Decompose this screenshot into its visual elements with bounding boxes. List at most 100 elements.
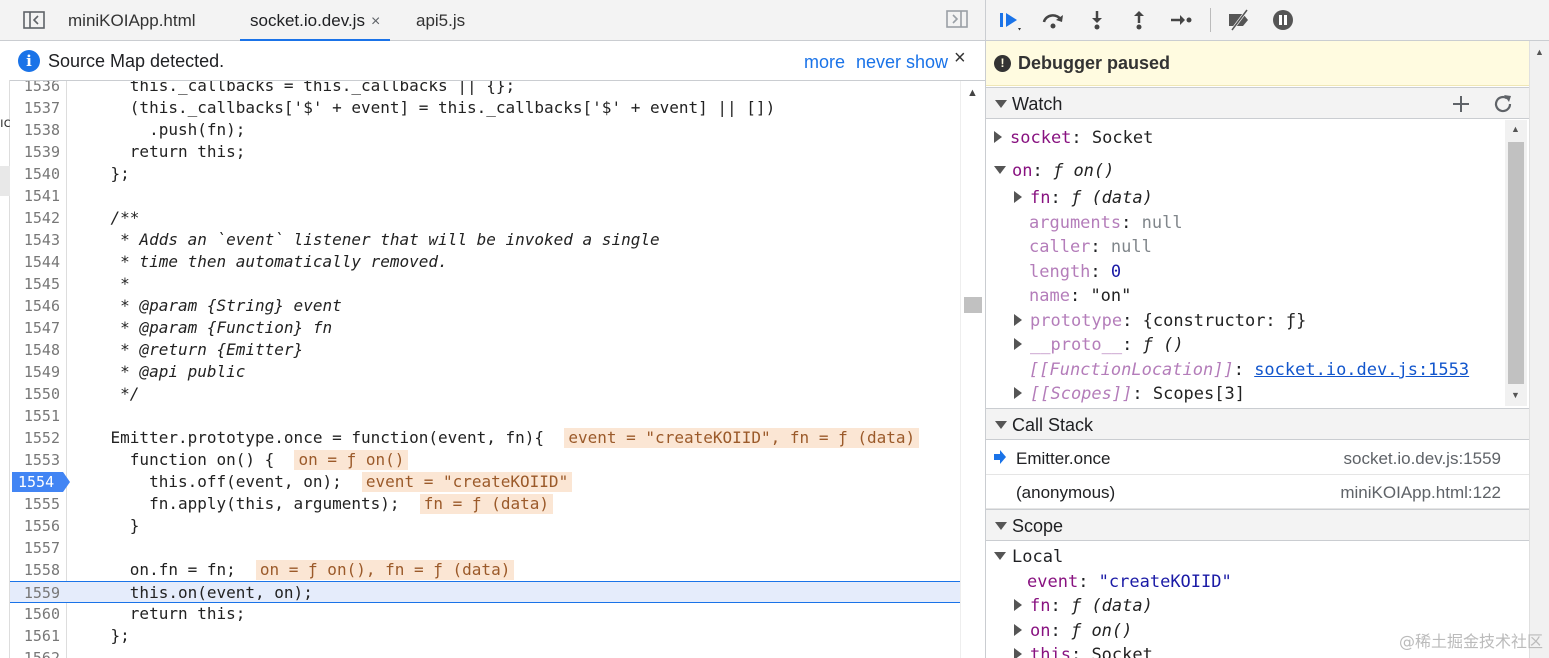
code-text[interactable]: * [72, 273, 130, 295]
infobar-never-show-link[interactable]: never show [856, 52, 948, 73]
code-text[interactable]: .push(fn); [72, 119, 245, 141]
code-line[interactable]: 1536 this._callbacks = this._callbacks |… [10, 81, 960, 97]
expand-triangle-icon[interactable] [994, 131, 1002, 143]
code-text[interactable]: this._callbacks = this._callbacks || {}; [72, 81, 515, 97]
scrollbar-thumb[interactable] [964, 297, 982, 313]
line-number[interactable]: 1546 [10, 295, 60, 317]
line-number[interactable]: 1551 [10, 405, 60, 427]
tab-socket-io-dev[interactable]: socket.io.dev.js × [240, 0, 391, 41]
scroll-down-icon[interactable]: ▼ [1511, 390, 1520, 400]
line-number[interactable]: 1552 [10, 427, 60, 449]
watch-property[interactable]: [[Scopes]]: Scopes[3] [1014, 382, 1245, 406]
scroll-up-icon[interactable]: ▲ [1535, 47, 1544, 57]
add-watch-icon[interactable] [1449, 92, 1473, 116]
deactivate-breakpoints-icon[interactable] [1224, 6, 1254, 34]
line-number[interactable]: 1544 [10, 251, 60, 273]
watch-property[interactable]: length: 0 [1029, 260, 1121, 284]
code-line[interactable]: 1538 .push(fn); [10, 119, 960, 141]
line-number[interactable]: 1562 [10, 647, 60, 658]
resume-icon[interactable] [994, 6, 1024, 34]
code-line[interactable]: 1540 }; [10, 163, 960, 185]
line-number[interactable]: 1542 [10, 207, 60, 229]
watch-property[interactable]: caller: null [1029, 235, 1152, 259]
scope-section-header[interactable]: Scope [986, 509, 1529, 541]
code-line[interactable]: 1551 [10, 405, 960, 427]
line-number[interactable]: 1559 [10, 582, 60, 604]
code-text[interactable]: * @api public [72, 361, 245, 383]
expand-triangle-icon[interactable] [1014, 191, 1022, 203]
code-line[interactable]: 1543 * Adds an `event` listener that wil… [10, 229, 960, 251]
line-number[interactable]: 1538 [10, 119, 60, 141]
code-line[interactable]: 1537 (this._callbacks['$' + event] = thi… [10, 97, 960, 119]
watch-property[interactable]: on: ƒ on() [994, 159, 1114, 183]
line-number[interactable]: 1560 [10, 603, 60, 625]
line-number[interactable]: 1541 [10, 185, 60, 207]
code-text[interactable]: /** [72, 207, 140, 229]
watch-property[interactable]: __proto__: ƒ () [1014, 333, 1184, 357]
code-line[interactable]: 1539 return this; [10, 141, 960, 163]
line-number[interactable]: 1543 [10, 229, 60, 251]
scrollbar-thumb[interactable] [1508, 142, 1524, 384]
scope-local-header[interactable]: Local [994, 545, 1063, 569]
code-text[interactable]: return this; [72, 141, 246, 163]
code-line[interactable]: 1562 [10, 647, 960, 658]
code-text[interactable]: this.off(event, on); [72, 471, 342, 493]
line-number[interactable]: 1545 [10, 273, 60, 295]
editor-scrollbar[interactable]: ▲ [960, 81, 985, 658]
code-text[interactable]: } [72, 515, 140, 537]
code-line[interactable]: 1558 on.fn = fn; on = ƒ on(), fn = ƒ (dat… [10, 559, 960, 581]
line-number[interactable]: 1550 [10, 383, 60, 405]
watch-property[interactable]: name: "on" [1029, 284, 1131, 308]
code-text[interactable]: this.on(event, on); [72, 582, 313, 604]
line-number[interactable]: 1536 [10, 81, 60, 97]
code-line[interactable]: 1554 this.off(event, on); event = "create… [10, 471, 960, 493]
line-number[interactable]: 1556 [10, 515, 60, 537]
code-line[interactable]: 1546 * @param {String} event [10, 295, 960, 317]
code-line[interactable]: 1545 * [10, 273, 960, 295]
code-line[interactable]: 1547 * @param {Function} fn [10, 317, 960, 339]
tab-api5[interactable]: api5.js [416, 0, 465, 41]
call-stack-section-header[interactable]: Call Stack [986, 408, 1529, 440]
code-line[interactable]: 1544 * time then automatically removed. [10, 251, 960, 273]
code-line[interactable]: 1550 */ [10, 383, 960, 405]
code-line[interactable]: 1560 return this; [10, 603, 960, 625]
code-text[interactable]: * Adds an `event` listener that will be … [72, 229, 659, 251]
infobar-more-link[interactable]: more [804, 52, 845, 73]
watch-section-header[interactable]: Watch [986, 87, 1529, 119]
step-over-icon[interactable] [1038, 6, 1068, 34]
line-number[interactable]: 1548 [10, 339, 60, 361]
breakpoint-marker[interactable]: 1554 [12, 472, 70, 492]
watch-property[interactable]: socket: Socket [994, 126, 1153, 150]
code-text[interactable]: * @return {Emitter} [72, 339, 303, 361]
collapse-triangle-icon[interactable] [994, 166, 1006, 174]
scroll-up-icon[interactable]: ▲ [1511, 124, 1520, 134]
scope-variable[interactable]: event: "createKOIID" [1027, 570, 1232, 594]
code-line[interactable]: 1541 [10, 185, 960, 207]
tab-minikoiapp[interactable]: miniKOIApp.html [68, 0, 196, 41]
watch-property[interactable]: [[FunctionLocation]]: socket.io.dev.js:1… [1029, 358, 1469, 382]
expand-triangle-icon[interactable] [1014, 338, 1022, 350]
expand-triangle-icon[interactable] [1014, 599, 1022, 611]
line-number[interactable]: 1555 [10, 493, 60, 515]
watch-scrollbar[interactable]: ▲ ▼ [1505, 120, 1527, 406]
code-text[interactable]: }; [72, 163, 130, 185]
code-line[interactable]: 1555 fn.apply(this, arguments); fn = ƒ (d… [10, 493, 960, 515]
scope-variable[interactable]: this: Socket [1014, 643, 1153, 658]
code-text[interactable]: * @param {String} event [72, 295, 342, 317]
frame-location[interactable]: socket.io.dev.js:1559 [1344, 449, 1502, 469]
step-icon[interactable] [1166, 6, 1196, 34]
code-text[interactable]: * time then automatically removed. [72, 251, 448, 273]
scope-variable[interactable]: fn: ƒ (data) [1014, 594, 1153, 618]
expand-triangle-icon[interactable] [1014, 648, 1022, 658]
expand-triangle-icon[interactable] [1014, 387, 1022, 399]
watch-property[interactable]: arguments: null [1029, 211, 1183, 235]
code-text[interactable]: Emitter.prototype.once = function(event,… [72, 427, 544, 449]
function-location-link[interactable]: socket.io.dev.js:1553 [1254, 360, 1469, 380]
code-line[interactable]: 1549 * @api public [10, 361, 960, 383]
watch-property[interactable]: prototype: {constructor: ƒ} [1014, 309, 1306, 333]
code-text[interactable]: on.fn = fn; [72, 559, 236, 581]
frame-location[interactable]: miniKOIApp.html:122 [1340, 483, 1501, 503]
scroll-up-icon[interactable]: ▲ [967, 87, 978, 99]
toggle-navigator-icon[interactable] [22, 10, 46, 30]
code-line[interactable]: 1548 * @return {Emitter} [10, 339, 960, 361]
